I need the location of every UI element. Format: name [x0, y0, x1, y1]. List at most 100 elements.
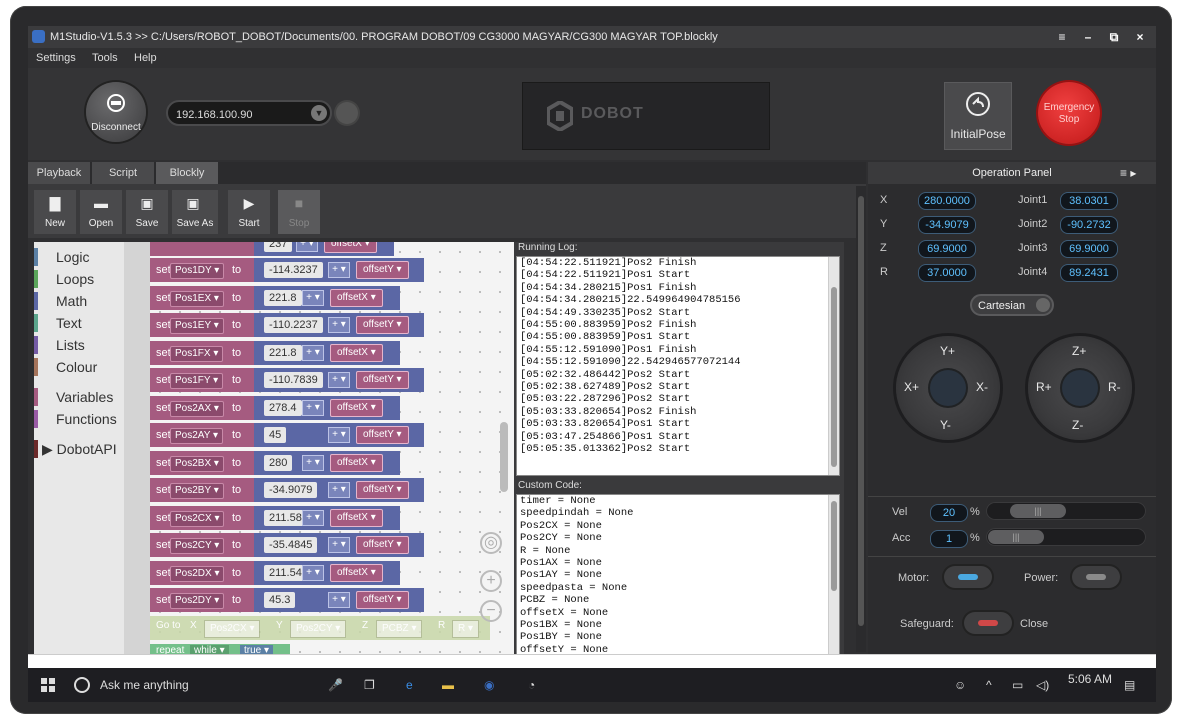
variable-dropdown[interactable]: Pos1EX ▾: [170, 290, 224, 307]
horizontal-scrollbar[interactable]: [28, 654, 1156, 669]
category-dobotapi[interactable]: ▶ DobotAPI: [34, 438, 124, 460]
variable-dropdown[interactable]: Pos2CY ▾: [170, 538, 225, 554]
set-block[interactable]: set Pos2AX ▾ to: [150, 395, 254, 420]
goto-block[interactable]: Go to X Pos2CX ▾ Y Pos2CY ▾ Z PCBZ ▾ R R…: [150, 616, 490, 640]
offset-variable[interactable]: offsetY ▾: [356, 316, 409, 334]
set-block[interactable]: set Pos1FX ▾ to: [150, 340, 254, 365]
offset-variable[interactable]: offsetY ▾: [356, 591, 409, 609]
category-math[interactable]: Math: [34, 290, 124, 312]
category-loops[interactable]: Loops: [34, 268, 124, 290]
close-button[interactable]: ×: [1126, 26, 1154, 48]
offset-variable[interactable]: offsetY ▾: [356, 481, 409, 499]
arithmetic-block[interactable]: 211.58 + ▾ offsetX ▾: [254, 505, 400, 530]
arithmetic-block[interactable]: 237 + ▾ offsetX ▾: [254, 242, 394, 256]
arithmetic-block[interactable]: -110.7839 + ▾ offsetY ▾: [254, 368, 424, 392]
jog-zr-pad[interactable]: Z+ Z- R+ R-: [1028, 336, 1132, 440]
log-scrollbar[interactable]: [828, 257, 839, 475]
goto-x-var[interactable]: Pos2CX ▾: [204, 620, 261, 638]
set-block[interactable]: set Pos1DY ▾ to: [150, 258, 254, 282]
hamburger-icon[interactable]: ≡: [1048, 26, 1076, 48]
menu-settings[interactable]: Settings: [36, 48, 76, 68]
jog-y-plus[interactable]: Y+: [940, 344, 955, 358]
offset-variable[interactable]: offsetY ▾: [356, 261, 409, 279]
clock-app-icon[interactable]: ◔: [528, 678, 535, 692]
number-field[interactable]: 211.58: [264, 509, 307, 526]
panel-menu-icon[interactable]: ≡ ▸: [1120, 166, 1136, 180]
category-functions[interactable]: Functions: [34, 408, 124, 430]
category-lists[interactable]: Lists: [34, 334, 124, 356]
operator-dropdown[interactable]: + ▾: [328, 317, 350, 333]
notifications-icon[interactable]: ▤: [1124, 678, 1135, 692]
cortana-icon[interactable]: [72, 675, 92, 695]
number-field[interactable]: -34.9079: [264, 482, 318, 498]
variable-dropdown[interactable]: Pos1DY ▾: [170, 263, 225, 279]
acc-value[interactable]: 1: [930, 530, 968, 548]
stop-button[interactable]: ■ Stop: [278, 190, 320, 234]
goto-y-var[interactable]: Pos2CY ▾: [290, 620, 347, 638]
operator-dropdown[interactable]: + ▾: [302, 344, 324, 361]
initial-pose-button[interactable]: InitialPose: [944, 82, 1012, 150]
variable-dropdown[interactable]: Pos2AY ▾: [170, 428, 224, 444]
set-block[interactable]: set Pos2DY ▾ to: [150, 588, 254, 612]
operator-dropdown[interactable]: + ▾: [328, 592, 350, 608]
operator-dropdown[interactable]: + ▾: [328, 372, 350, 388]
variable-dropdown[interactable]: Pos2AX ▾: [170, 400, 224, 417]
set-block[interactable]: set Pos2BX ▾ to: [150, 450, 254, 475]
arithmetic-block[interactable]: 221.8 + ▾ offsetX ▾: [254, 340, 400, 365]
set-block[interactable]: set Pos1EY ▾ to: [150, 313, 254, 337]
offset-variable[interactable]: offsetX ▾: [330, 398, 383, 417]
offset-variable[interactable]: offsetX ▾: [330, 508, 383, 527]
number-field[interactable]: -110.2237: [264, 317, 323, 333]
operator-dropdown[interactable]: + ▾: [328, 262, 350, 278]
maximize-button[interactable]: ⧉: [1100, 26, 1128, 48]
variable-dropdown[interactable]: Pos1FY ▾: [170, 373, 224, 389]
variable-dropdown[interactable]: Pos1FX ▾: [170, 345, 224, 362]
number-field[interactable]: 280: [264, 454, 293, 471]
operator-dropdown[interactable]: + ▾: [302, 399, 324, 416]
edge-icon[interactable]: e: [406, 678, 413, 692]
menu-help[interactable]: Help: [134, 48, 157, 68]
operator-dropdown[interactable]: + ▾: [328, 427, 350, 443]
number-field[interactable]: 45.3: [264, 592, 296, 608]
jog-xy-pad[interactable]: Y+ Y- X+ X-: [896, 336, 1000, 440]
operator-dropdown[interactable]: + ▾: [302, 454, 324, 471]
number-field[interactable]: -110.7839: [264, 372, 323, 388]
set-block[interactable]: set Pos1EX ▾ to: [150, 285, 254, 310]
offset-variable[interactable]: offsetX ▾: [324, 242, 377, 253]
ip-address-select[interactable]: 192.168.100.90 ▼: [166, 100, 332, 126]
jog-r-minus[interactable]: R-: [1108, 380, 1121, 394]
offset-variable[interactable]: offsetY ▾: [356, 426, 409, 444]
offset-variable[interactable]: offsetX ▾: [330, 288, 383, 307]
number-field[interactable]: 45: [264, 427, 287, 443]
blockly-workspace[interactable]: 237 + ▾ offsetX ▾ set Pos1DY ▾ to -114.3237…: [150, 242, 514, 654]
windows-start-icon[interactable]: [38, 675, 58, 695]
safeguard-toggle[interactable]: [964, 612, 1012, 634]
arithmetic-block[interactable]: 45 + ▾ offsetY ▾: [254, 423, 424, 447]
set-block[interactable]: set Pos2CY ▾ to: [150, 533, 254, 557]
variable-dropdown[interactable]: Pos1EY ▾: [170, 318, 224, 334]
variable-dropdown[interactable]: Pos2CX ▾: [170, 510, 225, 527]
goto-r-var[interactable]: R ▾: [452, 620, 480, 638]
variable-dropdown[interactable]: Pos2DY ▾: [170, 593, 225, 609]
vel-slider[interactable]: |||: [986, 502, 1146, 520]
jog-z-minus[interactable]: Z-: [1072, 418, 1083, 432]
start-button[interactable]: ▶ Start: [228, 190, 270, 234]
tab-blockly[interactable]: Blockly: [156, 162, 219, 184]
offset-variable[interactable]: offsetX ▾: [330, 453, 383, 472]
number-field[interactable]: -35.4845: [264, 537, 318, 553]
offset-variable[interactable]: offsetX ▾: [330, 563, 383, 582]
jog-y-minus[interactable]: Y-: [940, 418, 951, 432]
target-icon[interactable]: ◎: [480, 532, 502, 554]
vel-value[interactable]: 20: [930, 504, 968, 522]
number-field[interactable]: 237: [264, 242, 293, 252]
arithmetic-block[interactable]: 221.8 + ▾ offsetX ▾: [254, 285, 400, 310]
tray-chevron-icon[interactable]: ^: [986, 678, 992, 692]
arithmetic-block[interactable]: -34.9079 + ▾ offsetY ▾: [254, 478, 424, 502]
number-field[interactable]: 211.54: [264, 564, 307, 581]
variable-dropdown[interactable]: Pos2BY ▾: [170, 483, 224, 499]
file-explorer-icon[interactable]: ▬: [442, 678, 454, 692]
set-block[interactable]: set Pos2DX ▾ to: [150, 560, 254, 585]
save-button[interactable]: ▣ Save: [126, 190, 168, 234]
motor-toggle[interactable]: [944, 566, 992, 588]
category-logic[interactable]: Logic: [34, 246, 124, 268]
